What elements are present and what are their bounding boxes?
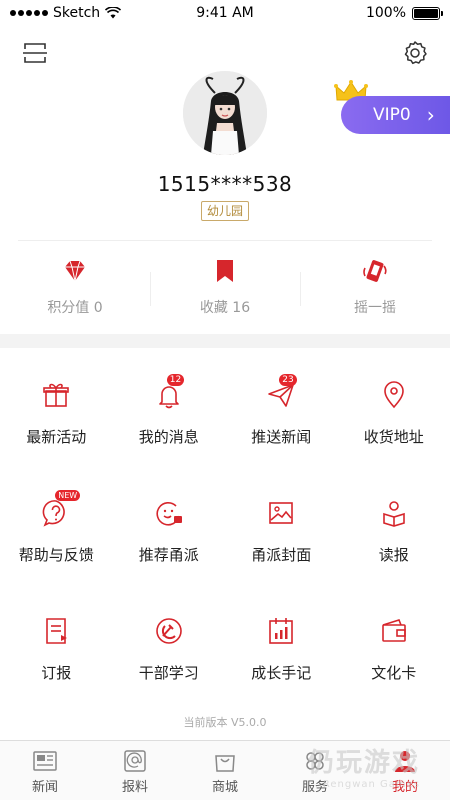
grid-item-label: 最新活动: [26, 428, 87, 446]
party-emblem-icon: [155, 618, 182, 644]
feature-grid: 最新活动 12 我的消息 23 推送新闻 收货地址 NEW 帮助与反馈 推荐甬派…: [0, 374, 450, 734]
tab-me-label: 我的: [391, 780, 418, 795]
grid-item-recommend[interactable]: 推荐甬派: [113, 498, 226, 616]
reader-icon: [382, 501, 405, 527]
new-badge: NEW: [55, 490, 81, 501]
image-icon: [269, 502, 294, 524]
avatar[interactable]: [183, 71, 267, 155]
tab-me[interactable]: 我的: [360, 741, 450, 800]
vip-label: VIP0: [373, 105, 411, 125]
push-count-badge: 23: [279, 374, 297, 386]
signal-icon: [10, 10, 48, 16]
battery-icon: [412, 6, 443, 20]
shake-phone-icon: [363, 260, 387, 282]
divider: [18, 240, 432, 241]
tab-bar: 新闻 报料 商城 服务 我的: [0, 740, 450, 800]
level-badge: 幼儿园: [201, 201, 249, 221]
news-icon: [33, 751, 57, 771]
grid-item-label: 干部学习: [138, 664, 199, 682]
tab-news[interactable]: 新闻: [0, 741, 90, 800]
grid-item-messages[interactable]: 12 我的消息: [113, 374, 226, 498]
stat-points-label: 积分值 0: [47, 300, 103, 316]
status-bar: Sketch 9:41 AM 100%: [0, 0, 450, 26]
wifi-icon: [105, 7, 122, 19]
scan-icon[interactable]: [22, 40, 48, 66]
battery-percent: 100%: [365, 5, 406, 21]
diamond-icon: [65, 260, 85, 282]
message-count-badge: 12: [166, 374, 185, 386]
gift-icon: [43, 383, 70, 407]
grid-item-help[interactable]: NEW 帮助与反馈: [0, 490, 113, 616]
grid-item-label: 甬派封面: [251, 546, 312, 564]
grid-row: 最新活动 12 我的消息 23 推送新闻 收货地址: [0, 374, 450, 498]
smile-like-icon: [156, 502, 182, 526]
tab-report-label: 报料: [121, 780, 148, 795]
calendar-chart-icon: [269, 618, 294, 644]
report-icon: [124, 750, 146, 772]
grid-row: NEW 帮助与反馈 推荐甬派 甬派封面 读报: [0, 490, 450, 616]
stat-favorites[interactable]: 收藏 16: [150, 252, 300, 326]
tab-service-label: 服务: [301, 780, 328, 795]
grid-item-push-news[interactable]: 23 推送新闻: [225, 374, 338, 498]
stats-row: 积分值 0 收藏 16 摇一摇: [0, 252, 450, 326]
location-pin-icon: [383, 381, 404, 409]
grid-item-label: 读报: [378, 546, 409, 564]
wallet-card-icon: [381, 619, 406, 642]
grid-item-read-paper[interactable]: 读报: [338, 498, 450, 616]
user-phone: 1515****538: [157, 172, 293, 196]
carrier-label: Sketch: [53, 5, 101, 21]
vip-button[interactable]: VIP0 ›: [341, 96, 450, 134]
tab-news-label: 新闻: [31, 780, 58, 795]
me-icon: [395, 751, 415, 772]
stat-shake[interactable]: 摇一摇: [300, 252, 450, 326]
stat-shake-label: 摇一摇: [354, 300, 396, 316]
stat-points[interactable]: 积分值 0: [0, 252, 150, 326]
help-icon: [42, 500, 66, 527]
grid-item-label: 帮助与反馈: [18, 546, 94, 564]
tab-report[interactable]: 报料: [90, 741, 180, 800]
app-version: 当前版本 V5.0.0: [183, 716, 267, 729]
grid-item-address[interactable]: 收货地址: [338, 380, 450, 498]
grid-item-label: 订报: [41, 664, 72, 682]
service-icon: [306, 752, 324, 770]
grid-item-label: 我的消息: [138, 428, 199, 446]
section-separator: [0, 334, 450, 348]
gear-icon[interactable]: [402, 40, 428, 66]
grid-item-label: 推送新闻: [251, 428, 312, 446]
chevron-right-icon: ›: [426, 103, 435, 127]
grid-item-activities[interactable]: 最新活动: [0, 380, 113, 498]
document-icon: [46, 618, 68, 644]
battery-group: 100%: [365, 5, 443, 21]
stat-favorites-label: 收藏 16: [199, 300, 251, 316]
avatar-illustration: [183, 71, 267, 155]
tab-shop-label: 商城: [211, 780, 238, 795]
grid-item-label: 收货地址: [363, 428, 424, 446]
grid-item-cover[interactable]: 甬派封面: [225, 498, 338, 616]
grid-item-label: 推荐甬派: [138, 546, 199, 564]
grid-item-label: 文化卡: [371, 664, 417, 682]
tab-service[interactable]: 服务: [270, 741, 360, 800]
grid-item-label: 成长手记: [251, 664, 312, 682]
bookmark-icon: [217, 260, 233, 282]
shop-icon: [215, 755, 235, 772]
carrier-group: Sketch: [10, 5, 122, 21]
tab-shop[interactable]: 商城: [180, 741, 270, 800]
